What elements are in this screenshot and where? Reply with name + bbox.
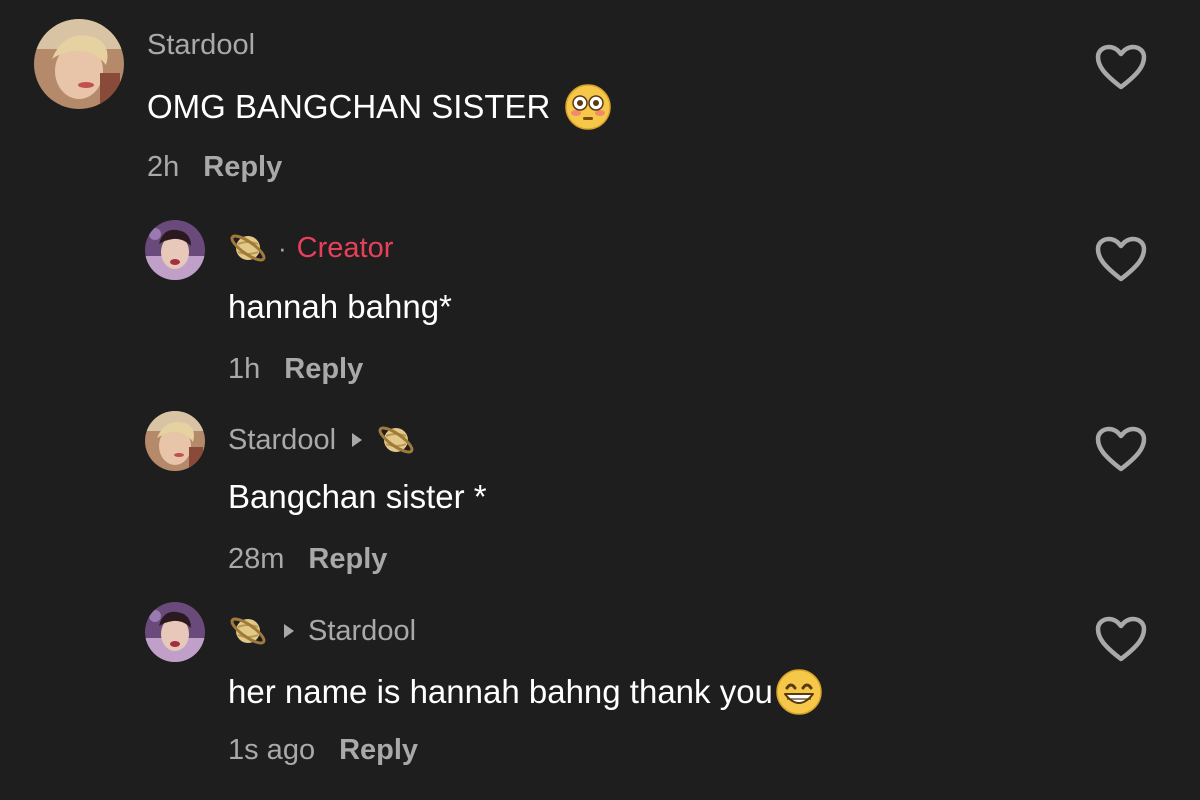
reply-arrow-icon bbox=[284, 624, 294, 638]
comment-text: Bangchan sister * bbox=[228, 478, 487, 515]
flushed-face-icon bbox=[564, 83, 612, 131]
comment-time: 2h bbox=[147, 151, 180, 183]
heart-icon[interactable] bbox=[1094, 615, 1148, 663]
comment-username[interactable]: · Creator bbox=[228, 228, 393, 268]
avatar-stardool[interactable] bbox=[34, 19, 124, 109]
comment-text-content: her name is hannah bahng thank you bbox=[228, 673, 773, 710]
comment-username[interactable]: Stardool bbox=[228, 420, 416, 460]
comment-meta: 1h Reply bbox=[228, 352, 363, 386]
avatar-creator[interactable] bbox=[145, 220, 205, 280]
comments-thread: Stardool OMG BANGCHAN SISTER 2h Reply · … bbox=[0, 0, 1200, 800]
ringed-planet-icon bbox=[228, 611, 268, 651]
heart-icon[interactable] bbox=[1094, 43, 1148, 91]
comment-text: OMG BANGCHAN SISTER bbox=[147, 83, 612, 131]
reply-arrow-icon bbox=[352, 433, 363, 447]
comment-meta: 2h Reply bbox=[147, 150, 282, 184]
creator-tag: Creator bbox=[296, 232, 394, 264]
reply-to-username: Stardool bbox=[308, 615, 417, 647]
reply-button[interactable]: Reply bbox=[203, 151, 282, 183]
separator: · bbox=[278, 233, 287, 263]
heart-icon[interactable] bbox=[1094, 425, 1148, 473]
avatar-creator[interactable] bbox=[145, 602, 205, 662]
comment-username[interactable]: Stardool bbox=[228, 611, 416, 651]
reply-button[interactable]: Reply bbox=[339, 734, 418, 766]
comment-text: her name is hannah bahng thank you bbox=[228, 668, 823, 716]
heart-icon[interactable] bbox=[1094, 235, 1148, 283]
reply-button[interactable]: Reply bbox=[308, 543, 387, 575]
comment-meta: 1s ago Reply bbox=[228, 733, 418, 767]
reply-button[interactable]: Reply bbox=[284, 353, 363, 385]
comment-text-content: OMG BANGCHAN SISTER bbox=[147, 88, 551, 125]
avatar-stardool[interactable] bbox=[145, 411, 205, 471]
comment-time: 28m bbox=[228, 543, 285, 575]
comment-username-text: Stardool bbox=[228, 424, 337, 456]
grinning-face-icon bbox=[775, 668, 823, 716]
comment-text: hannah bahng* bbox=[228, 288, 452, 325]
ringed-planet-icon bbox=[228, 228, 268, 268]
comment-time: 1s ago bbox=[228, 734, 316, 766]
comment-time: 1h bbox=[228, 353, 261, 385]
comment-meta: 28m Reply bbox=[228, 542, 387, 576]
comment-username[interactable]: Stardool bbox=[147, 28, 255, 62]
ringed-planet-icon bbox=[376, 420, 416, 460]
